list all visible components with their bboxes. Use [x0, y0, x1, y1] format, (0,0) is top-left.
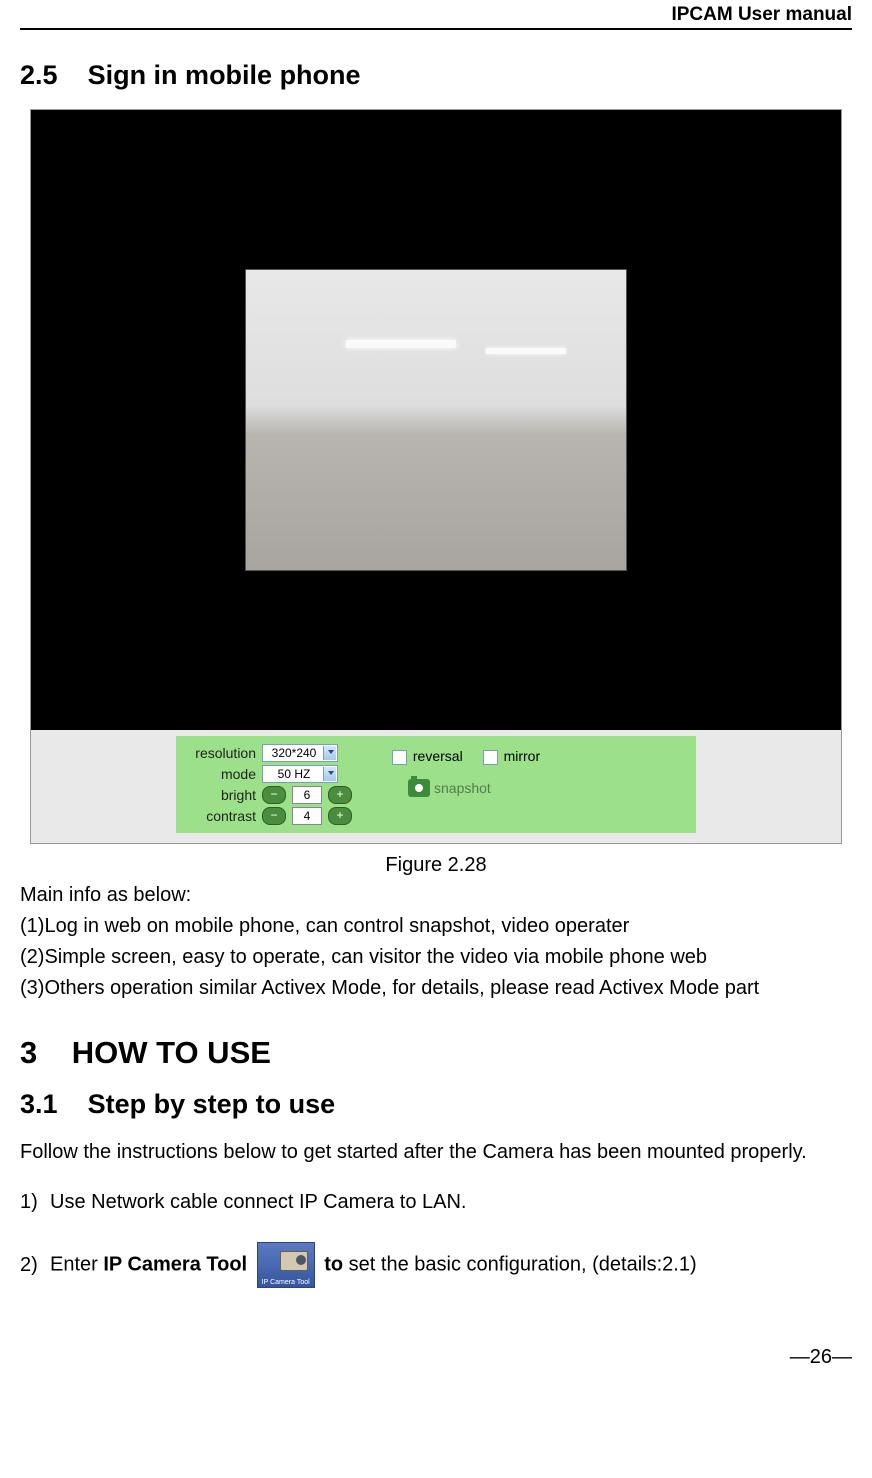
- figure-2-28: resolution 320*240 mode 50 HZ bright −: [30, 109, 842, 844]
- chapter-number: 3: [20, 1035, 37, 1070]
- mode-label: mode: [186, 766, 256, 782]
- mode-select[interactable]: 50 HZ: [262, 765, 338, 783]
- checkbox-icon: [483, 750, 498, 765]
- section-2-5-heading: 2.5 Sign in mobile phone: [20, 60, 852, 91]
- contrast-value: 4: [292, 807, 322, 825]
- section-title: Sign in mobile phone: [88, 60, 361, 90]
- step-list: 1) Use Network cable connect IP Camera t…: [20, 1191, 852, 1288]
- page-number: —26—: [20, 1316, 852, 1383]
- figure-caption: Figure 2.28: [20, 854, 852, 877]
- chevron-down-icon: [328, 771, 334, 775]
- resolution-select[interactable]: 320*240: [262, 744, 338, 762]
- header-title: IPCAM User manual: [671, 4, 852, 25]
- bright-label: bright: [186, 787, 256, 803]
- camera-icon: [408, 779, 430, 797]
- main-info-item-2: (2)Simple screen, easy to operate, can v…: [20, 943, 852, 972]
- main-info-intro: Main info as below:: [20, 881, 852, 910]
- reversal-checkbox[interactable]: reversal: [392, 748, 463, 765]
- chapter-title: HOW TO USE: [72, 1035, 271, 1070]
- section-3-1-heading: 3.1 Step by step to use: [20, 1089, 852, 1120]
- section-3-1-intro: Follow the instructions below to get sta…: [20, 1138, 852, 1167]
- step-number: 2): [20, 1254, 50, 1277]
- camera-control-panel: resolution 320*240 mode 50 HZ bright −: [176, 736, 696, 833]
- checkbox-icon: [392, 750, 407, 765]
- resolution-label: resolution: [186, 745, 256, 761]
- section-number: 3.1: [20, 1089, 58, 1119]
- step-text: Enter IP Camera Tool IP Camera Tool to s…: [50, 1242, 697, 1288]
- contrast-label: contrast: [186, 808, 256, 824]
- bright-minus-button[interactable]: −: [262, 786, 286, 804]
- step-2: 2) Enter IP Camera Tool IP Camera Tool t…: [20, 1242, 852, 1288]
- snapshot-button[interactable]: snapshot: [408, 779, 540, 797]
- contrast-minus-button[interactable]: −: [262, 807, 286, 825]
- mirror-checkbox[interactable]: mirror: [483, 748, 540, 765]
- ip-camera-tool-icon: IP Camera Tool: [257, 1242, 315, 1288]
- video-viewport: [31, 110, 841, 730]
- contrast-plus-button[interactable]: +: [328, 807, 352, 825]
- section-number: 2.5: [20, 60, 58, 90]
- bright-value: 6: [292, 786, 322, 804]
- camera-snapshot-image: [245, 269, 627, 571]
- main-info-item-1: (1)Log in web on mobile phone, can contr…: [20, 912, 852, 941]
- chevron-down-icon: [328, 750, 334, 754]
- step-1: 1) Use Network cable connect IP Camera t…: [20, 1191, 852, 1214]
- step-text: Use Network cable connect IP Camera to L…: [50, 1191, 466, 1214]
- step-number: 1): [20, 1191, 50, 1214]
- running-header: IPCAM User manual: [20, 0, 852, 30]
- section-title: Step by step to use: [88, 1089, 336, 1119]
- bright-plus-button[interactable]: +: [328, 786, 352, 804]
- main-info-item-3: (3)Others operation similar Activex Mode…: [20, 974, 852, 1003]
- chapter-3-heading: 3 HOW TO USE: [20, 1035, 852, 1071]
